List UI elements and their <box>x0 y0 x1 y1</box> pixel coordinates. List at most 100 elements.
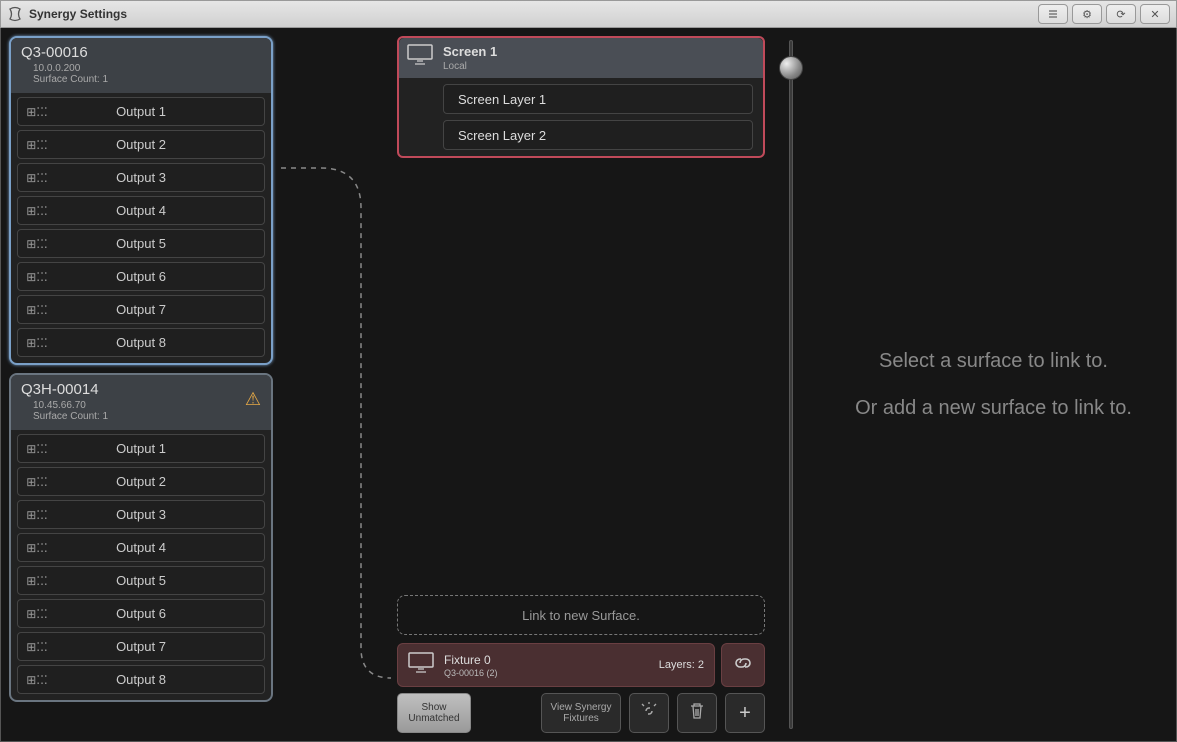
output-port-icon: ⊞⁚⁚⁚ <box>18 673 56 687</box>
device-ip: 10.45.66.70 <box>33 400 261 411</box>
plus-icon: + <box>739 702 751 725</box>
screen-layer-item[interactable]: Screen Layer 2 <box>443 120 753 150</box>
output-port-icon: ⊞⁚⁚⁚ <box>18 270 56 284</box>
output-label: Output 3 <box>56 507 264 522</box>
fixture-card[interactable]: Fixture 0 Q3-00016 (2) Layers: 2 <box>397 643 715 687</box>
output-port-icon: ⊞⁚⁚⁚ <box>18 204 56 218</box>
vertical-slider[interactable] <box>771 28 811 741</box>
layer-label: Screen Layer 1 <box>458 92 546 107</box>
output-port-icon: ⊞⁚⁚⁚ <box>18 475 56 489</box>
output-label: Output 4 <box>56 203 264 218</box>
output-item[interactable]: ⊞⁚⁚⁚Output 6 <box>17 262 265 291</box>
show-unmatched-button[interactable]: Show Unmatched <box>397 693 471 733</box>
output-item[interactable]: ⊞⁚⁚⁚Output 1 <box>17 97 265 126</box>
output-label: Output 8 <box>56 672 264 687</box>
close-icon: ✕ <box>1150 8 1159 21</box>
connector-line <box>281 28 391 728</box>
output-label: Output 5 <box>56 573 264 588</box>
output-item[interactable]: ⊞⁚⁚⁚Output 2 <box>17 467 265 496</box>
screen-layer-item[interactable]: Screen Layer 1 <box>443 84 753 114</box>
output-label: Output 4 <box>56 540 264 555</box>
hint-line-1: Select a surface to link to. <box>879 350 1108 373</box>
output-label: Output 1 <box>56 104 264 119</box>
bottom-button-row: Show Unmatched View Synergy Fixtures + <box>397 693 765 733</box>
app-logo-icon <box>7 6 23 22</box>
layer-label: Screen Layer 2 <box>458 128 546 143</box>
output-label: Output 8 <box>56 335 264 350</box>
btn-line1: Show <box>421 702 446 713</box>
fixture-subtitle: Q3-00016 (2) <box>444 668 659 678</box>
device-name: Q3H-00014 <box>21 381 261 398</box>
output-label: Output 1 <box>56 441 264 456</box>
link-button[interactable] <box>721 643 765 687</box>
btn-line1: View Synergy <box>551 702 612 713</box>
monitor-icon <box>408 652 438 679</box>
output-port-icon: ⊞⁚⁚⁚ <box>18 171 56 185</box>
hint-line-2: Or add a new surface to link to. <box>855 397 1132 420</box>
output-item[interactable]: ⊞⁚⁚⁚Output 1 <box>17 434 265 463</box>
device-name: Q3-00016 <box>21 44 261 61</box>
refresh-button[interactable]: ⟳ <box>1106 4 1136 24</box>
output-port-icon: ⊞⁚⁚⁚ <box>18 607 56 621</box>
btn-line2: Fixtures <box>563 713 599 724</box>
window-body: Q3-00016 10.0.0.200 Surface Count: 1 ⊞⁚⁚… <box>0 28 1177 742</box>
screen-header: Screen 1 Local <box>399 38 763 78</box>
output-item[interactable]: ⊞⁚⁚⁚Output 5 <box>17 229 265 258</box>
delete-button[interactable] <box>677 693 717 733</box>
output-item[interactable]: ⊞⁚⁚⁚Output 4 <box>17 533 265 562</box>
output-item[interactable]: ⊞⁚⁚⁚Output 8 <box>17 328 265 357</box>
output-port-icon: ⊞⁚⁚⁚ <box>18 574 56 588</box>
output-item[interactable]: ⊞⁚⁚⁚Output 5 <box>17 566 265 595</box>
device-group[interactable]: Q3H-00014 10.45.66.70 Surface Count: 1 ⚠… <box>9 373 273 702</box>
output-label: Output 2 <box>56 474 264 489</box>
unlink-button[interactable] <box>629 693 669 733</box>
device-header: Q3-00016 10.0.0.200 Surface Count: 1 <box>11 38 271 93</box>
output-item[interactable]: ⊞⁚⁚⁚Output 7 <box>17 632 265 661</box>
fixture-name: Fixture 0 <box>444 653 659 667</box>
fixture-row: Fixture 0 Q3-00016 (2) Layers: 2 <box>397 643 765 687</box>
device-ip: 10.0.0.200 <box>33 63 261 74</box>
output-label: Output 5 <box>56 236 264 251</box>
output-item[interactable]: ⊞⁚⁚⁚Output 7 <box>17 295 265 324</box>
output-label: Output 6 <box>56 606 264 621</box>
output-item[interactable]: ⊞⁚⁚⁚Output 2 <box>17 130 265 159</box>
output-port-icon: ⊞⁚⁚⁚ <box>18 640 56 654</box>
devices-panel: Q3-00016 10.0.0.200 Surface Count: 1 ⊞⁚⁚… <box>1 28 281 741</box>
output-port-icon: ⊞⁚⁚⁚ <box>18 508 56 522</box>
refresh-icon: ⟳ <box>1116 8 1125 21</box>
close-button[interactable]: ✕ <box>1140 4 1170 24</box>
output-port-icon: ⊞⁚⁚⁚ <box>18 237 56 251</box>
titlebar-buttons: ⚙ ⟳ ✕ <box>1038 4 1170 24</box>
unlink-icon <box>639 701 659 726</box>
output-label: Output 3 <box>56 170 264 185</box>
slider-knob[interactable] <box>779 56 803 80</box>
surfaces-panel: Screen 1 Local Screen Layer 1 Screen Lay… <box>391 28 771 741</box>
link-icon <box>732 652 754 679</box>
output-port-icon: ⊞⁚⁚⁚ <box>18 442 56 456</box>
output-item[interactable]: ⊞⁚⁚⁚Output 3 <box>17 500 265 529</box>
output-port-icon: ⊞⁚⁚⁚ <box>18 105 56 119</box>
device-surface-count: Surface Count: 1 <box>33 411 261 422</box>
connector-column <box>281 28 391 741</box>
add-button[interactable]: + <box>725 693 765 733</box>
output-port-icon: ⊞⁚⁚⁚ <box>18 541 56 555</box>
link-new-surface-drop[interactable]: Link to new Surface. <box>397 595 765 635</box>
right-panel: Select a surface to link to. Or add a ne… <box>811 28 1176 741</box>
window-title: Synergy Settings <box>29 7 1038 21</box>
screen-name: Screen 1 <box>443 44 497 59</box>
output-label: Output 7 <box>56 639 264 654</box>
view-synergy-fixtures-button[interactable]: View Synergy Fixtures <box>541 693 621 733</box>
settings-button[interactable]: ⚙ <box>1072 4 1102 24</box>
device-group[interactable]: Q3-00016 10.0.0.200 Surface Count: 1 ⊞⁚⁚… <box>9 36 273 365</box>
gear-icon: ⚙ <box>1082 8 1092 21</box>
screen-card[interactable]: Screen 1 Local Screen Layer 1 Screen Lay… <box>397 36 765 158</box>
output-label: Output 6 <box>56 269 264 284</box>
output-item[interactable]: ⊞⁚⁚⁚Output 6 <box>17 599 265 628</box>
titlebar: Synergy Settings ⚙ ⟳ ✕ <box>0 0 1177 28</box>
output-item[interactable]: ⊞⁚⁚⁚Output 3 <box>17 163 265 192</box>
btn-line2: Unmatched <box>408 713 459 724</box>
monitor-icon <box>407 44 437 71</box>
menu-button[interactable] <box>1038 4 1068 24</box>
output-item[interactable]: ⊞⁚⁚⁚Output 8 <box>17 665 265 694</box>
output-item[interactable]: ⊞⁚⁚⁚Output 4 <box>17 196 265 225</box>
